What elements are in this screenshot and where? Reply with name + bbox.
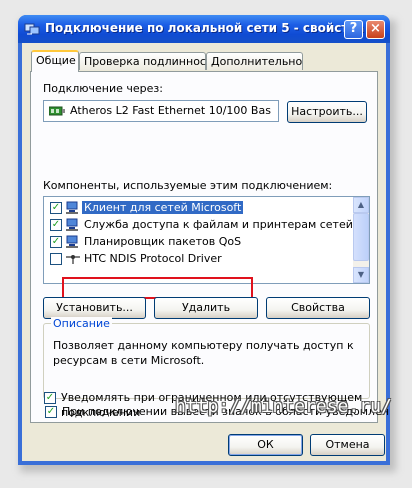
properties-button[interactable]: Свойства: [266, 297, 370, 319]
checkbox-unchecked[interactable]: [50, 253, 62, 265]
title-bar[interactable]: Подключение по локальной сети 5 - свойст…: [18, 15, 390, 43]
list-item-ms-client[interactable]: ✓ Клиент для сетей Microsoft: [44, 200, 354, 216]
notify-option-label-line-2[interactable]: подключении: [61, 406, 140, 419]
remove-button[interactable]: Удалить: [154, 297, 258, 319]
description-text-line-2: ресурсам в сети Microsoft.: [53, 354, 205, 367]
install-button[interactable]: Установить...: [43, 297, 146, 319]
ok-button[interactable]: ОК: [228, 434, 303, 456]
checkbox-checked[interactable]: ✓: [50, 202, 62, 214]
network-connection-icon: [24, 23, 40, 35]
tab-advanced[interactable]: Дополнительно: [206, 52, 303, 70]
scroll-down-icon[interactable]: ▼: [353, 267, 369, 283]
help-button[interactable]: ?: [344, 20, 363, 39]
list-item-htc-driver[interactable]: HTC NDIS Protocol Driver: [44, 251, 354, 267]
network-service-icon: [66, 235, 78, 248]
connect-using-label: Подключение через:: [43, 82, 163, 95]
tray-icon-checkbox[interactable]: ✓: [45, 406, 57, 418]
network-adapter-icon: [49, 106, 65, 116]
window-title: Подключение по локальной сети 5 - свойст…: [45, 21, 365, 35]
general-tab-panel: Подключение через: Atheros L2 Fast Ether…: [30, 71, 390, 423]
checkbox-checked[interactable]: ✓: [50, 219, 62, 231]
network-client-icon: [66, 201, 78, 214]
list-item-qos[interactable]: ✓ Планировщик пакетов QoS: [44, 234, 354, 250]
list-item-label: Служба доступа к файлам и принтерам сете…: [84, 218, 370, 231]
cancel-button[interactable]: Отмена: [310, 434, 385, 456]
list-item-file-sharing[interactable]: ✓ Служба доступа к файлам и принтерам се…: [44, 217, 369, 233]
scroll-thumb[interactable]: [353, 213, 369, 261]
watermark-text: http://minterese.ru/: [175, 396, 392, 417]
tab-general[interactable]: Общие: [31, 50, 79, 72]
list-item-label: Клиент для сетей Microsoft: [82, 201, 244, 214]
network-service-icon: [66, 218, 78, 231]
close-button[interactable]: ×: [366, 20, 385, 39]
list-item-label: HTC NDIS Protocol Driver: [84, 252, 222, 265]
tab-authentication[interactable]: Проверка подлинности: [79, 52, 220, 70]
notify-checkbox[interactable]: ✓: [44, 392, 56, 404]
scroll-up-icon[interactable]: ▲: [353, 197, 369, 213]
adapter-name: Atheros L2 Fast Ethernet 10/100 Bas: [70, 104, 271, 117]
configure-button[interactable]: Настроить...: [287, 101, 367, 123]
components-list[interactable]: ✓ Клиент для сетей Microsoft ✓ Служба до…: [43, 196, 370, 284]
protocol-icon: [66, 255, 80, 264]
list-scrollbar[interactable]: ▲ ▼: [353, 197, 369, 283]
highlight-annotation-box: [62, 277, 253, 299]
description-text-line-1: Позволяет данному компьютеру получать до…: [53, 339, 354, 352]
checkbox-checked[interactable]: ✓: [50, 236, 62, 248]
list-item-label: Планировщик пакетов QoS: [84, 235, 242, 248]
adapter-field: Atheros L2 Fast Ethernet 10/100 Bas: [43, 100, 279, 122]
components-label: Компоненты, используемые этим подключени…: [43, 179, 333, 192]
description-title: Описание: [51, 317, 112, 330]
